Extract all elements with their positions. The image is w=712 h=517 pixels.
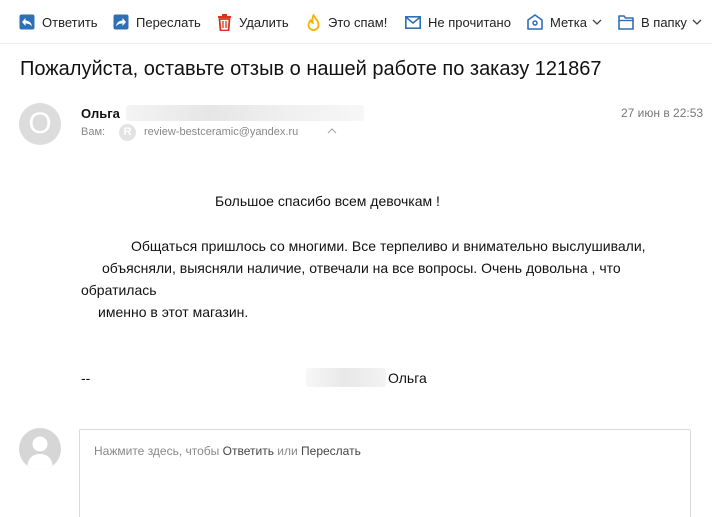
signature-dash: -- bbox=[81, 370, 91, 386]
unread-label: Не прочитано bbox=[428, 14, 511, 30]
trash-icon bbox=[218, 13, 231, 31]
user-avatar bbox=[19, 428, 61, 470]
reply-link[interactable]: Ответить bbox=[223, 444, 274, 458]
forward-button[interactable]: Переслать bbox=[113, 11, 201, 33]
user-silhouette-icon bbox=[27, 436, 53, 470]
sender-avatar: О bbox=[19, 103, 61, 145]
quick-reply-box[interactable] bbox=[79, 429, 691, 517]
chevron-up-icon[interactable] bbox=[327, 128, 337, 134]
folder-label: В папку bbox=[641, 14, 687, 30]
recipient-email[interactable]: review-bestceramic@yandex.ru bbox=[144, 126, 298, 138]
reply-prompt-middle: или bbox=[273, 444, 302, 458]
recipient-label: Вам: bbox=[81, 126, 106, 138]
label-dropdown[interactable]: Метка bbox=[527, 11, 602, 33]
message-subject: Пожалуйста, оставьте отзыв о нашей работ… bbox=[20, 58, 602, 80]
reply-button[interactable]: Ответить bbox=[19, 11, 98, 33]
spam-label: Это спам! bbox=[328, 14, 388, 30]
reply-prompt-prefix: Нажмите здесь, чтобы bbox=[94, 444, 223, 458]
body-line: Большое спасибо всем девочкам ! bbox=[215, 193, 440, 209]
label-label: Метка bbox=[550, 14, 587, 30]
forward-link[interactable]: Переслать bbox=[301, 444, 361, 458]
quick-reply-prompt[interactable]: Нажмите здесь, чтобы Ответить или Пересл… bbox=[94, 444, 361, 458]
reply-label: Ответить bbox=[42, 14, 98, 30]
sender-name[interactable]: Ольга bbox=[81, 106, 120, 121]
signature-redacted bbox=[306, 368, 386, 387]
body-line: обратилась bbox=[81, 282, 157, 298]
tag-icon bbox=[527, 14, 543, 30]
envelope-icon bbox=[405, 15, 421, 29]
delete-button[interactable]: Удалить bbox=[217, 11, 289, 33]
signature-name: Ольга bbox=[388, 370, 427, 386]
message-toolbar: Ответить Переслать Удалить Это спам! Не … bbox=[0, 0, 712, 44]
mark-unread-button[interactable]: Не прочитано bbox=[405, 11, 511, 33]
forward-icon bbox=[113, 14, 129, 30]
forward-label: Переслать bbox=[136, 14, 201, 30]
delete-label: Удалить bbox=[239, 14, 289, 30]
message-date: 27 июн в 22:53 bbox=[621, 106, 704, 120]
move-to-folder-dropdown[interactable]: В папку bbox=[618, 11, 702, 33]
recipient-avatar: R bbox=[119, 124, 136, 141]
flame-icon bbox=[307, 13, 320, 31]
chevron-down-icon bbox=[592, 19, 602, 25]
spam-button[interactable]: Это спам! bbox=[306, 11, 387, 33]
body-line: объясняли, выясняли наличие, отвечали на… bbox=[102, 260, 621, 276]
body-line: Общаться пришлось со многими. Все терпел… bbox=[131, 238, 646, 254]
body-line: именно в этот магазин. bbox=[98, 304, 249, 320]
folder-icon bbox=[618, 14, 634, 30]
chevron-down-icon bbox=[692, 19, 702, 25]
sender-email-redacted bbox=[126, 105, 364, 121]
reply-icon bbox=[19, 14, 35, 30]
